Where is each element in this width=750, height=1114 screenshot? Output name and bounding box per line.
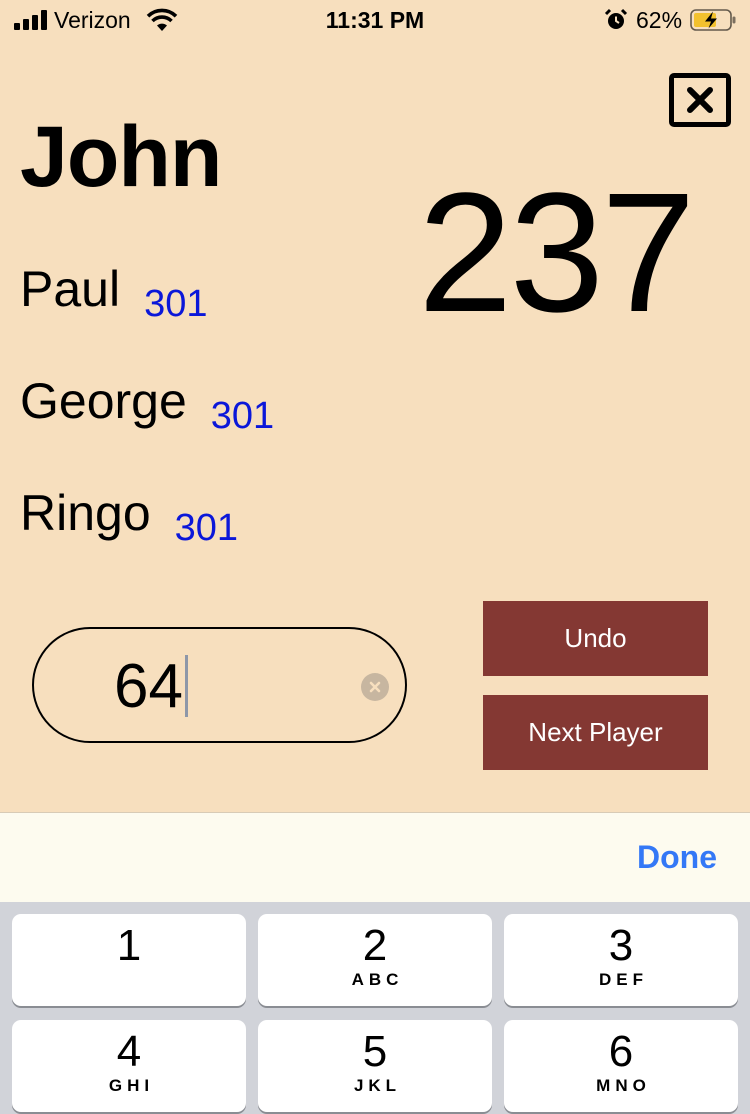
close-button[interactable] xyxy=(669,73,731,127)
number-keypad: 1 2 ABC 3 DEF 4 GHI 5 JKL 6 MNO xyxy=(0,902,750,1114)
close-icon xyxy=(687,87,713,113)
key-digit: 4 xyxy=(116,1027,142,1076)
current-player-score: 237 xyxy=(418,158,696,348)
key-letters: DEF xyxy=(599,970,648,989)
key-4[interactable]: 4 GHI xyxy=(12,1020,246,1112)
next-player-button[interactable]: Next Player xyxy=(483,695,708,770)
key-digit: 1 xyxy=(116,921,142,970)
key-letters: JKL xyxy=(353,1076,402,1095)
alarm-icon xyxy=(604,8,628,29)
undo-button[interactable]: Undo xyxy=(483,601,708,676)
current-player-name: John xyxy=(20,109,222,205)
text-caret xyxy=(184,655,188,717)
player-row: Ringo 301 xyxy=(20,484,238,549)
score-input-value: 64 xyxy=(114,651,183,721)
score-input[interactable]: 64 xyxy=(32,627,407,743)
key-digit: 5 xyxy=(362,1027,388,1076)
key-letters: ABC xyxy=(351,970,404,989)
key-3[interactable]: 3 DEF xyxy=(504,914,738,1006)
key-5[interactable]: 5 JKL xyxy=(258,1020,492,1112)
key-digit: 2 xyxy=(362,921,388,970)
key-digit: 6 xyxy=(608,1027,634,1076)
key-letters: MNO xyxy=(596,1076,651,1095)
key-2[interactable]: 2 ABC xyxy=(258,914,492,1006)
clear-x-icon xyxy=(369,681,381,693)
clear-input-icon[interactable] xyxy=(361,673,389,701)
player-score: 301 xyxy=(144,283,208,325)
key-letters: GHI xyxy=(108,1076,155,1095)
status-bar: Verizon 11:31 PM 62% xyxy=(0,0,750,40)
battery-percent: 62% xyxy=(636,7,683,33)
player-score: 301 xyxy=(210,395,275,437)
keyboard-accessory-bar: Done xyxy=(0,812,750,902)
key-1[interactable]: 1 xyxy=(12,914,246,1006)
battery-charging-icon xyxy=(690,9,736,31)
key-digit: 3 xyxy=(608,921,634,970)
key-6[interactable]: 6 MNO xyxy=(504,1020,738,1112)
player-name: Ringo xyxy=(20,485,151,541)
score-input-value-wrap: 64 xyxy=(114,651,188,721)
player-row: George 301 xyxy=(20,372,274,437)
player-row: Paul 301 xyxy=(20,260,207,325)
player-name: Paul xyxy=(20,261,121,317)
done-button[interactable]: Done xyxy=(637,839,717,876)
player-name: George xyxy=(20,373,187,429)
player-score: 301 xyxy=(174,507,239,549)
